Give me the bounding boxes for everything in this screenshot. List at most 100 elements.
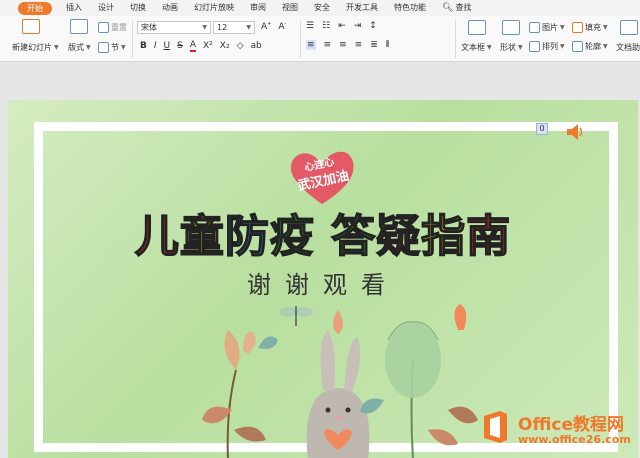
new-slide-button[interactable]: 新建幻灯片 ▼ [12, 42, 59, 53]
tab-features[interactable]: 特色功能 [386, 0, 434, 16]
indent-increase-icon[interactable]: ⇥ [354, 21, 362, 31]
new-slide-label: 新建幻灯片 [12, 43, 52, 52]
speaker-icon[interactable] [564, 122, 586, 142]
clear-format-icon[interactable]: ◇ [237, 41, 244, 51]
textbox-icon [468, 20, 486, 35]
textbox-icon-wrap[interactable] [468, 20, 486, 35]
textbox-label: 文本框 [461, 43, 485, 52]
picture-icon [529, 22, 540, 33]
align-left-icon[interactable]: ≡ [306, 40, 316, 50]
font-shrink-icon[interactable]: A- [278, 21, 286, 32]
bold-icon[interactable]: B [140, 41, 147, 51]
align-center-icon[interactable]: ≡ [324, 40, 332, 50]
tab-view[interactable]: 视图 [274, 0, 306, 16]
shape-icon-wrap[interactable] [502, 20, 520, 35]
chevron-down-icon: ▼ [54, 44, 59, 51]
shape-icon [502, 20, 520, 35]
font-grow-shrink: A+ A- [261, 21, 286, 32]
font-size-value: 12 [217, 23, 228, 32]
tab-security[interactable]: 安全 [306, 0, 338, 16]
text-effect-icon-wrap[interactable] [620, 20, 638, 35]
paragraph-group-top: ☰ ☷ ⇤ ⇥ ↕ [306, 21, 377, 31]
office-logo-icon [484, 411, 507, 443]
reset-label: 重置 [111, 23, 127, 32]
outline-button[interactable]: 轮廓 ▼ [572, 41, 608, 52]
underline-icon[interactable]: U [164, 41, 171, 51]
chevron-down-icon: ▼ [560, 24, 565, 31]
chevron-down-icon: ▼ [603, 24, 608, 31]
layout-button[interactable]: 版式 ▼ [68, 42, 91, 53]
indent-decrease-icon[interactable]: ⇤ [338, 21, 346, 31]
font-color-icon[interactable]: A [189, 40, 197, 52]
section-label: 节 [111, 43, 119, 52]
bullet-list-icon[interactable]: ☰ [306, 21, 314, 31]
watermark-title: Office教程网 [518, 415, 625, 435]
title-char: 防 [224, 210, 270, 263]
textbox-button[interactable]: 文本框 ▼ [461, 42, 492, 53]
new-slide-icon-wrap[interactable] [22, 19, 40, 34]
doc-assistant-label: 文档助手 [616, 43, 640, 52]
picture-label: 图片 [542, 23, 558, 32]
char-spacing-icon[interactable]: ab [251, 41, 262, 51]
ribbon-tab-bar: 开始 插入 设计 切换 动画 幻灯片放映 审阅 视图 安全 开发工具 特色功能 … [0, 0, 640, 16]
tab-transitions[interactable]: 切换 [122, 0, 154, 16]
reset-icon [98, 22, 109, 33]
chevron-down-icon: ▼ [202, 24, 207, 31]
search-icon: 🔍︎ [442, 3, 454, 13]
line-spacing-icon[interactable]: ↕ [369, 21, 377, 31]
superscript-icon[interactable]: X² [203, 41, 213, 51]
fill-icon [572, 22, 583, 33]
italic-icon[interactable]: I [154, 41, 157, 51]
layout-label: 版式 [68, 43, 84, 52]
tab-developer[interactable]: 开发工具 [338, 0, 386, 16]
title-char: 南 [465, 210, 512, 263]
chevron-down-icon: ▼ [603, 43, 608, 50]
align-right-icon[interactable]: ≡ [339, 40, 347, 50]
picture-button[interactable]: 图片 ▼ [529, 22, 565, 33]
chevron-down-icon: ▼ [560, 43, 565, 50]
search-button[interactable]: 🔍︎ 查找 [434, 0, 479, 16]
chevron-down-icon: ▼ [518, 44, 523, 51]
title-char: 答 [330, 210, 377, 263]
paragraph-group-bottom: ≡ ≡ ≡ ≡ ≣ ⫴ [306, 40, 390, 50]
layout-icon-wrap[interactable] [70, 19, 88, 34]
chevron-down-icon: ▼ [487, 44, 492, 51]
numbered-list-icon[interactable]: ☷ [322, 21, 330, 31]
separator [132, 20, 133, 58]
font-grow-icon[interactable]: A+ [261, 21, 271, 32]
font-name-select[interactable]: 宋体 ▼ [137, 21, 211, 34]
tab-animations[interactable]: 动画 [154, 0, 186, 16]
search-label: 查找 [455, 3, 472, 12]
tab-review[interactable]: 审阅 [242, 0, 274, 16]
fill-button[interactable]: 填充 ▼ [572, 22, 608, 33]
tab-insert[interactable]: 插入 [58, 0, 90, 16]
justify-icon[interactable]: ≡ [355, 40, 363, 50]
font-size-select[interactable]: 12 ▼ [213, 21, 255, 34]
strikethrough-icon[interactable]: S [177, 41, 183, 51]
shape-button[interactable]: 形状 ▼ [500, 42, 523, 53]
arrange-button[interactable]: 排列 ▼ [529, 41, 565, 52]
ribbon-toolbar: 新建幻灯片 ▼ 版式 ▼ 重置 节 ▼ 宋体 ▼ 12 ▼ A+ A- B I U S A… [0, 16, 640, 62]
tab-home[interactable]: 开始 [18, 1, 52, 15]
slide-title[interactable]: 儿童防疫 答疑指南 [8, 200, 638, 264]
layout-icon [70, 19, 88, 34]
doc-assistant-button[interactable]: 文档助手 [616, 42, 640, 53]
title-char: 童 [179, 210, 225, 263]
slide[interactable]: 心连心 武汉加油 儿童防疫 答疑指南 谢谢观看 0 [8, 100, 638, 458]
tab-slideshow[interactable]: 幻灯片放映 [186, 0, 242, 16]
font-format-group: B I U S A X² X₂ ◇ ab [140, 40, 262, 52]
fill-label: 填充 [585, 23, 601, 32]
arrange-label: 排列 [542, 42, 558, 51]
illustration-rabbit-plants [202, 304, 478, 458]
subscript-icon[interactable]: X₂ [220, 41, 230, 51]
chevron-down-icon: ▼ [121, 44, 126, 51]
distribute-icon[interactable]: ≣ [370, 40, 378, 50]
columns-icon[interactable]: ⫴ [386, 40, 390, 50]
slide-canvas: 心连心 武汉加油 儿童防疫 答疑指南 谢谢观看 0 [0, 62, 640, 458]
section-button[interactable]: 节 ▼ [98, 42, 126, 53]
arrange-icon [529, 41, 540, 52]
title-char: 疑 [375, 210, 422, 263]
reset-button[interactable]: 重置 [98, 22, 127, 33]
tab-design[interactable]: 设计 [90, 0, 122, 16]
font-name-value: 宋体 [141, 23, 157, 32]
